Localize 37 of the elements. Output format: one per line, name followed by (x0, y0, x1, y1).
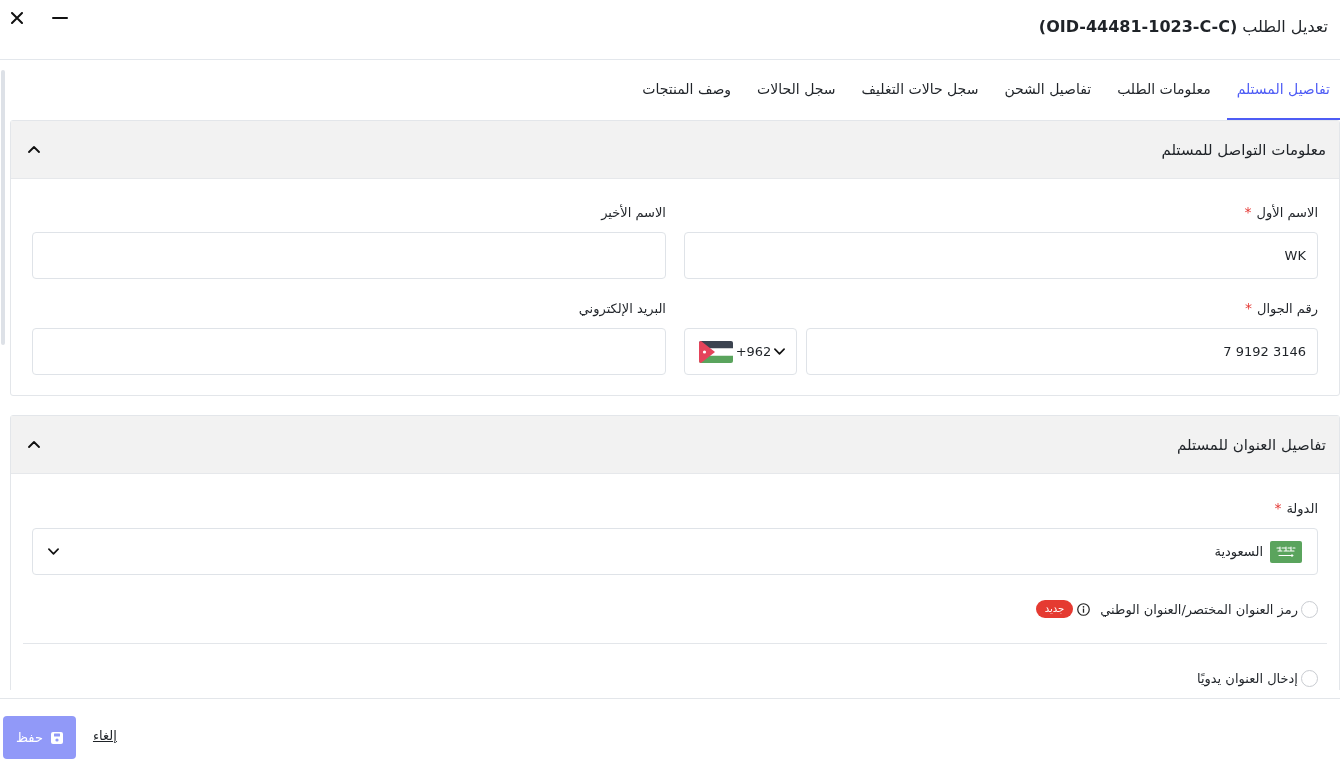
field-label: رقم الجوال (1257, 300, 1318, 316)
field-label: الدولة (1286, 500, 1318, 516)
text-field[interactable] (32, 328, 666, 375)
chevron-down-icon (774, 348, 785, 355)
field-label: البريد الإلكتروني (578, 300, 666, 316)
required-mark: * (1245, 300, 1252, 316)
phone-number-field[interactable]: 7 9192 3146 (806, 328, 1318, 375)
radio-label: رمز العنوان المختصر/العنوان الوطني (1100, 601, 1298, 617)
flag-icon (699, 340, 733, 363)
chevron-up-icon[interactable] (28, 146, 40, 153)
tab[interactable]: سجل الحالات (747, 60, 846, 120)
tab[interactable]: وصف المنتجات (632, 60, 742, 120)
new-badge: جديد (1035, 600, 1074, 618)
scrollbar-thumb[interactable] (1, 70, 5, 345)
tab[interactable]: معلومات الطلب (1107, 60, 1221, 120)
country-select[interactable]: السعودية (32, 528, 1318, 575)
tab[interactable]: تفاصيل الشحن (994, 60, 1102, 120)
chevron-down-icon (48, 548, 59, 555)
minus-icon[interactable] (52, 17, 68, 19)
text-field[interactable]: WK (684, 232, 1318, 279)
close-icon[interactable] (11, 12, 23, 24)
field-label: الاسم الأخير (601, 204, 666, 220)
tab[interactable]: سجل حالات التغليف (851, 60, 989, 120)
section-title: تفاصيل العنوان للمستلم (1177, 435, 1326, 454)
section-title: معلومات التواصل للمستلم (1161, 140, 1326, 159)
country-code-select[interactable]: +962 (684, 328, 797, 375)
field-label: الاسم الأول (1256, 204, 1318, 220)
flag-icon (1270, 540, 1302, 563)
radio-button[interactable] (1301, 600, 1318, 618)
cancel-link[interactable]: إلغاء (92, 728, 117, 743)
text-field[interactable] (32, 232, 666, 279)
radio-button[interactable] (1301, 669, 1318, 687)
info-icon[interactable] (1077, 602, 1091, 616)
radio-label: إدخال العنوان يدويًا (1196, 670, 1298, 686)
chevron-up-icon[interactable] (28, 441, 40, 448)
required-mark: * (1274, 500, 1282, 516)
required-mark: * (1244, 204, 1252, 220)
